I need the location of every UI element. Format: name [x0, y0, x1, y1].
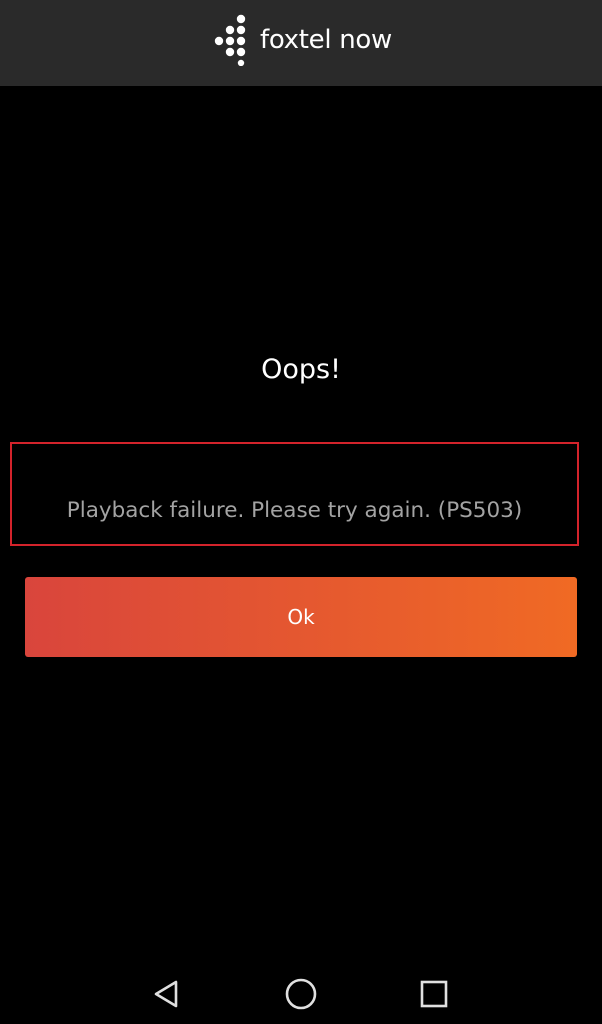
error-message-text: Playback failure. Please try again. (PS5…	[66, 498, 523, 523]
nav-back-button[interactable]	[137, 964, 197, 1024]
back-triangle-icon	[154, 980, 178, 1008]
android-nav-bar	[0, 964, 602, 1024]
screen: foxtel now Oops! Playback failure. Pleas…	[0, 0, 602, 1024]
foxtel-dots-logo-icon	[214, 14, 246, 66]
logo-text: foxtel now	[260, 25, 392, 55]
dialog-title: Oops!	[261, 354, 341, 385]
app-header: foxtel now	[0, 0, 602, 86]
error-message-box: Playback failure. Please try again. (PS5…	[10, 442, 579, 546]
nav-home-button[interactable]	[271, 964, 331, 1024]
ok-button[interactable]: Ok	[25, 577, 577, 657]
home-circle-icon	[285, 978, 317, 1010]
recent-apps-square-icon	[420, 980, 448, 1008]
foxtel-now-logo: foxtel now	[210, 14, 392, 66]
nav-recent-apps-button[interactable]	[404, 964, 464, 1024]
